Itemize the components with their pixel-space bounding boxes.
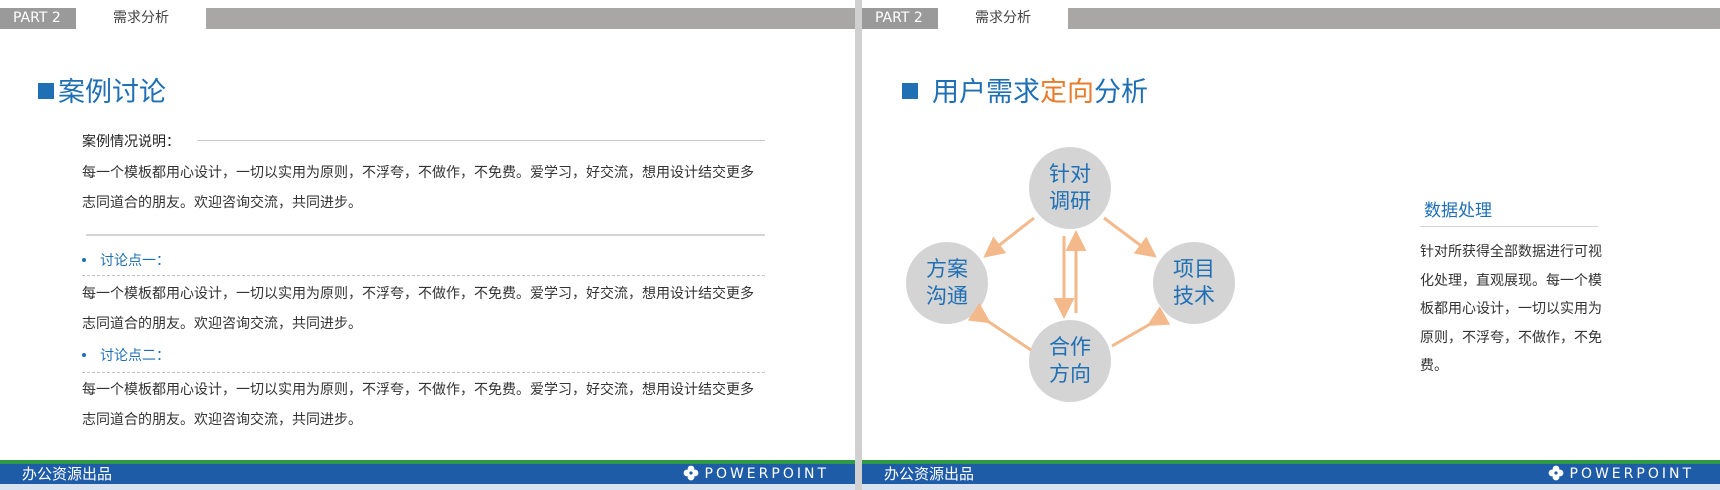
arrow-top-to-left (983, 216, 1035, 258)
slide-demand-analysis: PART 2 需求分析 用户需求定向分析 针对 调研 方案 沟通 项目 技术 合… (862, 0, 1720, 490)
data-processing-title: 数据处理 (1424, 201, 1492, 221)
section-label: 需求分析 (113, 10, 169, 26)
footer-brand-text: POWERPOINT (1569, 466, 1694, 482)
discussion-point-2-text: 每一个模板都用心设计，一切以实用为原则，不浮夸，不做作，不免费。爱学习，好交流，… (82, 382, 754, 428)
node-bottom-label: 合作 方向 (1030, 334, 1110, 388)
title-square-icon (38, 83, 54, 99)
slide-divider (855, 0, 862, 490)
slide-case-discussion: PART 2 需求分析 案例讨论 案例情况说明： 每一个模板都用心设计，一切以实… (0, 0, 855, 490)
point-divider (82, 372, 765, 373)
node-line: 方案 (926, 257, 968, 281)
node-line: 沟通 (926, 284, 968, 308)
arrow-top-to-right (1103, 216, 1157, 258)
point-label-text: 讨论点一： (100, 253, 170, 269)
footer-org: 办公资源出品 (884, 465, 975, 483)
node-right-label: 项目 技术 (1154, 256, 1234, 310)
point-divider (82, 275, 765, 276)
section-divider (86, 234, 765, 236)
discussion-point-2-label: 讨论点二： (82, 345, 170, 365)
clover-icon (683, 465, 698, 481)
data-processing-rule (1420, 226, 1598, 227)
node-line: 项目 (1173, 257, 1215, 281)
slide-title: 案例讨论 (38, 70, 166, 109)
case-label: 案例情况说明： (82, 134, 180, 150)
discussion-point-1-label: 讨论点一： (82, 250, 170, 270)
footer-brand: POWERPOINT (683, 464, 830, 484)
discussion-point-1-text: 每一个模板都用心设计，一切以实用为原则，不浮夸，不做作，不免费。爱学习，好交流，… (82, 286, 754, 332)
footer-light-stripe (0, 484, 855, 490)
footer-brand-text: POWERPOINT (704, 466, 829, 482)
bullet-icon (82, 353, 86, 357)
node-line: 调研 (1049, 189, 1091, 213)
part-label: PART 2 (0, 8, 76, 29)
node-left-label: 方案 沟通 (907, 256, 987, 310)
case-label-rule (197, 140, 765, 141)
bullet-icon (82, 258, 86, 262)
title-text: 案例讨论 (58, 77, 166, 108)
node-line: 方向 (1049, 362, 1091, 386)
arrow-bottom-to-left (967, 302, 1032, 352)
footer-brand: POWERPOINT (1548, 464, 1695, 484)
slide-footer: 办公资源出品 POWERPOINT (0, 460, 855, 490)
arrow-bottom-to-right (1111, 306, 1171, 348)
slide-footer: 办公资源出品 POWERPOINT (862, 460, 1720, 490)
node-line: 合作 (1049, 335, 1091, 359)
header-bar (206, 8, 855, 29)
node-top-label: 针对 调研 (1030, 161, 1110, 215)
point-label-text: 讨论点二： (100, 348, 170, 364)
clover-icon (1548, 465, 1563, 481)
data-processing-text: 针对所获得全部数据进行可视化处理，直观展现。每一个模板都用心设计，一切以实用为原… (1420, 244, 1602, 374)
cycle-diagram (906, 147, 1235, 402)
node-line: 针对 (1049, 162, 1091, 186)
slide-header: PART 2 需求分析 (0, 0, 855, 30)
footer-org: 办公资源出品 (22, 465, 113, 483)
case-description: 每一个模板都用心设计，一切以实用为原则，不浮夸，不做作，不免费。爱学习，好交流，… (82, 165, 754, 211)
footer-light-stripe (862, 484, 1720, 490)
node-line: 技术 (1173, 284, 1215, 308)
